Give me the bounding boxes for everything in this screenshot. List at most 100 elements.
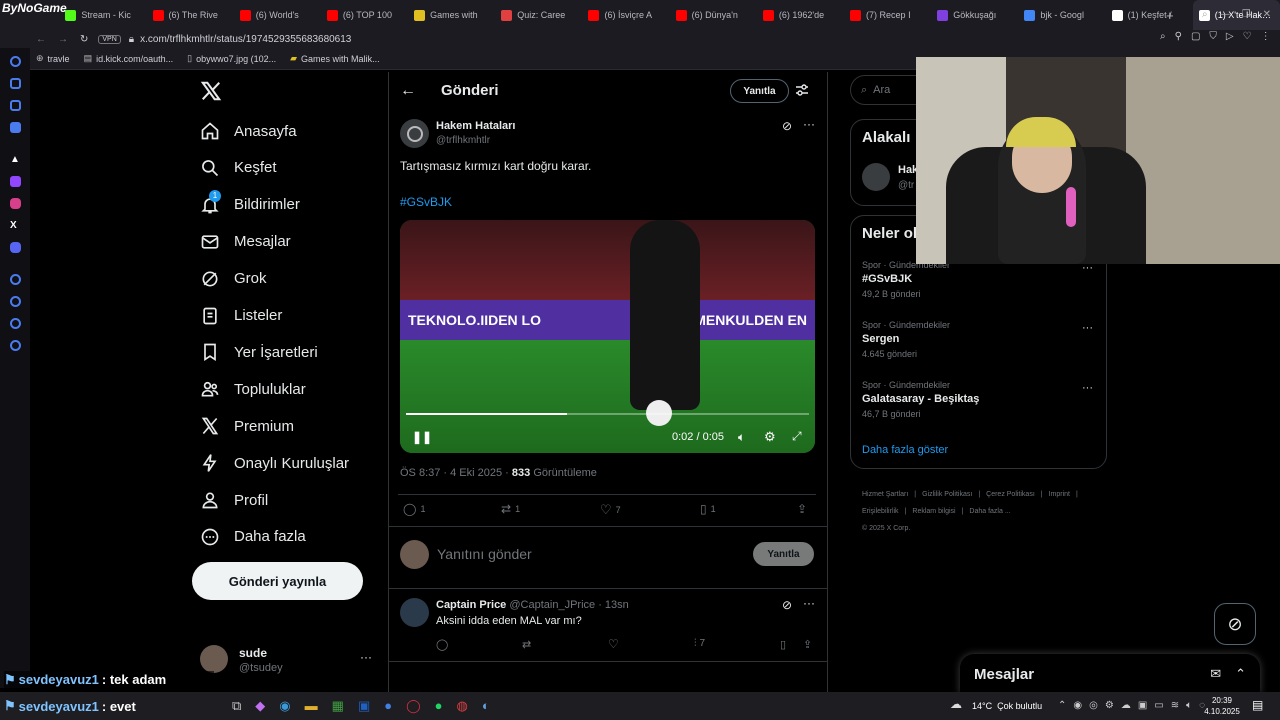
messages-drawer[interactable]: Mesajlar ✉ ⌃ xyxy=(960,654,1260,694)
bookmark-item[interactable]: ⊕ travle xyxy=(36,53,70,64)
repost-action[interactable]: ⇄ 1 xyxy=(501,502,520,516)
notification-icon[interactable]: ▤ xyxy=(1252,698,1263,712)
browser-tab[interactable]: Quiz: Caree xyxy=(495,0,582,30)
nav-item-more[interactable]: Daha fazla xyxy=(200,527,306,547)
author-name[interactable]: Hakem Hataları xyxy=(436,120,516,132)
tray-app-icon[interactable]: ▣ xyxy=(1138,700,1147,711)
volume-icon[interactable]: 🔈︎ xyxy=(738,430,745,445)
trend-more-icon[interactable]: ··· xyxy=(1082,382,1093,394)
browser-tab[interactable]: (1) Keşfet / xyxy=(1106,0,1193,30)
tray-app-icon[interactable]: ⚙ xyxy=(1105,700,1114,711)
app-icon[interactable]: ◍ xyxy=(457,698,468,714)
outlook-icon[interactable]: ▣ xyxy=(358,698,370,714)
screenshot-icon[interactable]: ▢ xyxy=(1191,31,1200,42)
footer-link[interactable]: Daha fazla ... xyxy=(969,503,1010,520)
opera-icon[interactable]: ◯ xyxy=(406,698,421,714)
account-menu-icon[interactable]: ··· xyxy=(360,650,372,664)
fullscreen-icon[interactable]: ⤢ xyxy=(792,429,802,444)
tray-expand-icon[interactable]: ⌃ xyxy=(1058,700,1066,711)
reply-repost-icon[interactable]: ⇄ xyxy=(522,638,531,651)
share-icon[interactable]: ⇪ xyxy=(797,502,807,516)
x-logo-icon[interactable] xyxy=(200,80,222,102)
copilot-icon[interactable]: ◆ xyxy=(255,698,265,714)
trend-more-icon[interactable]: ··· xyxy=(1082,322,1093,334)
post-button[interactable]: Gönderi yayınla xyxy=(192,562,363,600)
settings-icon[interactable] xyxy=(10,340,21,351)
instagram-icon[interactable] xyxy=(10,198,21,209)
search-input[interactable]: Ara xyxy=(873,84,890,96)
back-icon[interactable]: ← xyxy=(36,34,46,45)
more-icon[interactable]: ··· xyxy=(803,117,815,131)
browser-tab[interactable]: (6) 1962'de xyxy=(757,0,844,30)
new-message-icon[interactable]: ✉ xyxy=(1210,666,1221,682)
reply-author-avatar[interactable] xyxy=(400,598,429,627)
account-avatar[interactable] xyxy=(200,645,228,673)
expand-icon[interactable]: ⌃ xyxy=(1235,666,1246,682)
x-icon[interactable]: X xyxy=(10,220,21,231)
explorer-icon[interactable]: ▬ xyxy=(305,698,318,714)
nav-item-home[interactable]: Anasayfa xyxy=(200,121,297,141)
reply-bookmark-icon[interactable]: ▯ xyxy=(780,638,786,651)
footer-link[interactable]: Çerez Politikası xyxy=(986,486,1035,503)
compose-reply-button[interactable]: Yanıtla xyxy=(753,542,814,566)
steam-icon[interactable]: ◐ xyxy=(482,698,490,714)
reload-icon[interactable]: ↻ xyxy=(80,34,88,45)
clock[interactable]: 20:39 4.10.2025 xyxy=(1200,695,1244,717)
shield-icon[interactable]: ⛉ xyxy=(1209,31,1217,42)
reply-share-icon[interactable]: ⇪ xyxy=(803,638,812,651)
browser-tab[interactable]: Stream - Kic xyxy=(59,0,146,30)
reply-author-handle[interactable]: @Captain_JPrice · 13sn xyxy=(509,599,628,611)
sidebar-app-icon[interactable] xyxy=(10,122,21,133)
weather-widget[interactable]: 14°C Çok bulutlu xyxy=(972,701,1042,711)
arc-icon[interactable]: ▲ xyxy=(10,154,21,165)
nav-item-bolt[interactable]: Onaylı Kuruluşlar xyxy=(200,453,349,473)
edge-icon[interactable]: ◉ xyxy=(279,698,290,714)
browser-tab[interactable]: (6) World's xyxy=(234,0,321,30)
nav-item-mail[interactable]: Mesajlar xyxy=(200,232,291,252)
extensions-icon[interactable]: ⋮ xyxy=(1261,31,1271,42)
trend-item[interactable]: Spor · Gündemdekiler Galatasaray - Beşikt… xyxy=(862,380,979,419)
reply-like-icon[interactable]: ♡ xyxy=(608,637,619,651)
history-icon[interactable] xyxy=(10,296,21,307)
author-avatar[interactable] xyxy=(400,119,429,148)
video-progress-track[interactable] xyxy=(406,413,809,415)
discord-icon[interactable] xyxy=(10,242,21,253)
reply-author-name[interactable]: Captain Price xyxy=(436,599,506,611)
twitch-icon[interactable] xyxy=(10,176,21,187)
nav-item-bell[interactable]: 1 Bildirimler xyxy=(200,189,300,215)
pause-icon[interactable]: ❚❚ xyxy=(412,430,432,444)
nav-item-grok[interactable]: Grok xyxy=(200,269,267,289)
grok-icon[interactable]: ⊘ xyxy=(782,119,792,133)
related-avatar[interactable] xyxy=(862,163,890,191)
tray-app-icon[interactable]: ◉ xyxy=(1073,700,1082,711)
reply-views[interactable]: ⫶ 7 xyxy=(694,638,705,649)
trend-item[interactable]: Spor · Gündemdekiler Sergen 4.645 gönderi xyxy=(862,320,950,359)
sidebar-app-icon[interactable] xyxy=(10,56,21,67)
ea-icon[interactable]: ● xyxy=(384,698,392,714)
browser-tab[interactable]: (6) The Rive xyxy=(147,0,234,30)
post-hashtag[interactable]: #GSvBJK xyxy=(400,195,452,209)
heart-icon[interactable]: ♡ xyxy=(1243,31,1252,42)
bookmark-action[interactable]: ▯ 1 xyxy=(700,502,716,516)
settings-gear-icon[interactable]: ⚙︎ xyxy=(764,429,776,445)
browser-tab[interactable]: Gökkuşağı xyxy=(931,0,1018,30)
vpn-badge[interactable]: VPN xyxy=(98,34,121,44)
video-player[interactable]: TEKNOLO.IIDEN LO GAYRİMENKULDEN EN ❚❚ 0:0… xyxy=(400,220,815,453)
sidebar-app-icon[interactable] xyxy=(10,100,21,111)
header-reply-button[interactable]: Yanıtla xyxy=(730,79,789,103)
browser-tab[interactable]: bjk - Googl xyxy=(1018,0,1105,30)
browser-tab[interactable]: (6) İsviçre A xyxy=(582,0,669,30)
nav-item-search[interactable]: Keşfet xyxy=(200,158,277,178)
restore-icon[interactable]: ❐ xyxy=(1242,9,1251,20)
nav-item-people[interactable]: Topluluklar xyxy=(200,379,306,399)
sliders-icon[interactable] xyxy=(795,83,809,97)
nav-item-bookmark[interactable]: Yer İşaretleri xyxy=(200,342,318,362)
browser-tab[interactable]: (6) Dünya'n xyxy=(670,0,757,30)
search-tabs-icon[interactable]: ⌕ xyxy=(1202,9,1208,20)
sidebar-app-icon[interactable] xyxy=(10,318,21,329)
trend-item[interactable]: Spor · Gündemdekiler #GSvBJK 49,2 B gönder… xyxy=(862,260,950,299)
trend-more-icon[interactable]: ··· xyxy=(1082,262,1093,274)
tray-app-icon[interactable]: ▭ xyxy=(1154,700,1163,711)
zoom-icon[interactable]: ⌕ xyxy=(1160,31,1166,42)
nav-item-list[interactable]: Listeler xyxy=(200,306,282,326)
